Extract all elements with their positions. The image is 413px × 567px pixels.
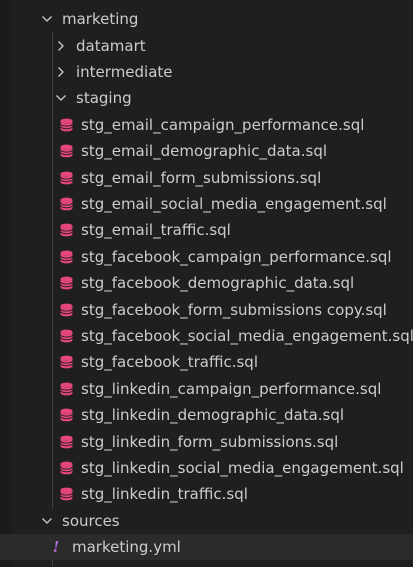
database-icon — [60, 171, 73, 185]
database-icon — [60, 223, 73, 237]
database-icon — [60, 355, 73, 369]
database-icon — [60, 408, 73, 422]
folder-label: datamart — [76, 36, 146, 55]
file-label: stg_email_traffic.sql — [81, 221, 231, 240]
file-label: stg_linkedin_traffic.sql — [81, 485, 248, 504]
chevron-down-icon — [40, 12, 54, 26]
database-icon — [60, 276, 73, 290]
database-icon — [60, 303, 73, 317]
file-item[interactable]: stg_linkedin_demographic_data.sql — [0, 402, 413, 428]
chevron-right-icon — [54, 65, 68, 79]
file-label: stg_facebook_campaign_performance.sql — [81, 247, 392, 266]
file-label: stg_facebook_social_media_engagement.sql — [81, 326, 413, 345]
file-label: stg_email_social_media_engagement.sql — [81, 194, 387, 213]
chevron-right-icon — [54, 39, 68, 53]
folder-label: marketing — [62, 10, 139, 29]
file-item-marketing-yml[interactable]: ! marketing.yml — [0, 534, 413, 561]
file-label: stg_linkedin_social_media_engagement.sql — [81, 458, 404, 477]
folder-intermediate[interactable]: intermediate — [0, 59, 413, 85]
file-item[interactable]: stg_facebook_campaign_performance.sql — [0, 244, 413, 270]
file-explorer: marketing datamart intermediate staging … — [0, 0, 413, 567]
file-item[interactable]: stg_linkedin_social_media_engagement.sql — [0, 455, 413, 481]
file-item[interactable]: stg_linkedin_traffic.sql — [0, 481, 413, 507]
file-item[interactable]: stg_facebook_social_media_engagement.sql — [0, 323, 413, 349]
file-label: stg_email_form_submissions.sql — [81, 168, 322, 187]
database-icon — [60, 382, 73, 396]
file-label: marketing.yml — [72, 538, 181, 557]
file-item[interactable]: stg_email_social_media_engagement.sql — [0, 191, 413, 217]
database-icon — [60, 250, 73, 264]
database-icon — [60, 487, 73, 501]
database-icon — [60, 197, 73, 211]
chevron-down-icon — [54, 91, 68, 105]
file-label: stg_email_campaign_performance.sql — [81, 115, 365, 134]
file-item[interactable]: stg_email_demographic_data.sql — [0, 138, 413, 164]
folder-staging[interactable]: staging — [0, 85, 413, 111]
database-icon — [60, 329, 73, 343]
file-item[interactable]: stg_email_traffic.sql — [0, 217, 413, 243]
file-item[interactable]: stg_facebook_traffic.sql — [0, 349, 413, 375]
folder-label: sources — [62, 511, 120, 530]
file-label: stg_linkedin_campaign_performance.sql — [81, 379, 382, 398]
file-label: stg_email_demographic_data.sql — [81, 142, 328, 161]
file-label: stg_facebook_form_submissions copy.sql — [81, 300, 387, 319]
file-label: stg_linkedin_form_submissions.sql — [81, 432, 339, 451]
file-item[interactable]: stg_facebook_form_submissions copy.sql — [0, 296, 413, 322]
database-icon — [60, 461, 73, 475]
chevron-down-icon — [40, 514, 54, 528]
folder-label: intermediate — [76, 62, 173, 81]
file-item[interactable]: stg_linkedin_form_submissions.sql — [0, 428, 413, 454]
file-item[interactable]: stg_facebook_demographic_data.sql — [0, 270, 413, 296]
database-icon — [60, 144, 73, 158]
file-label: stg_facebook_demographic_data.sql — [81, 274, 355, 293]
database-icon — [60, 118, 73, 132]
folder-datamart[interactable]: datamart — [0, 32, 413, 58]
file-label: stg_linkedin_demographic_data.sql — [81, 406, 345, 425]
folder-sources[interactable]: sources — [0, 508, 413, 534]
file-item[interactable]: stg_email_campaign_performance.sql — [0, 112, 413, 138]
folder-label: staging — [76, 89, 132, 108]
folder-marketing[interactable]: marketing — [0, 6, 413, 32]
yaml-icon: ! — [52, 538, 60, 557]
file-item[interactable]: stg_email_form_submissions.sql — [0, 164, 413, 190]
file-label: stg_facebook_traffic.sql — [81, 353, 258, 372]
database-icon — [60, 435, 73, 449]
file-item[interactable]: stg_linkedin_campaign_performance.sql — [0, 376, 413, 402]
